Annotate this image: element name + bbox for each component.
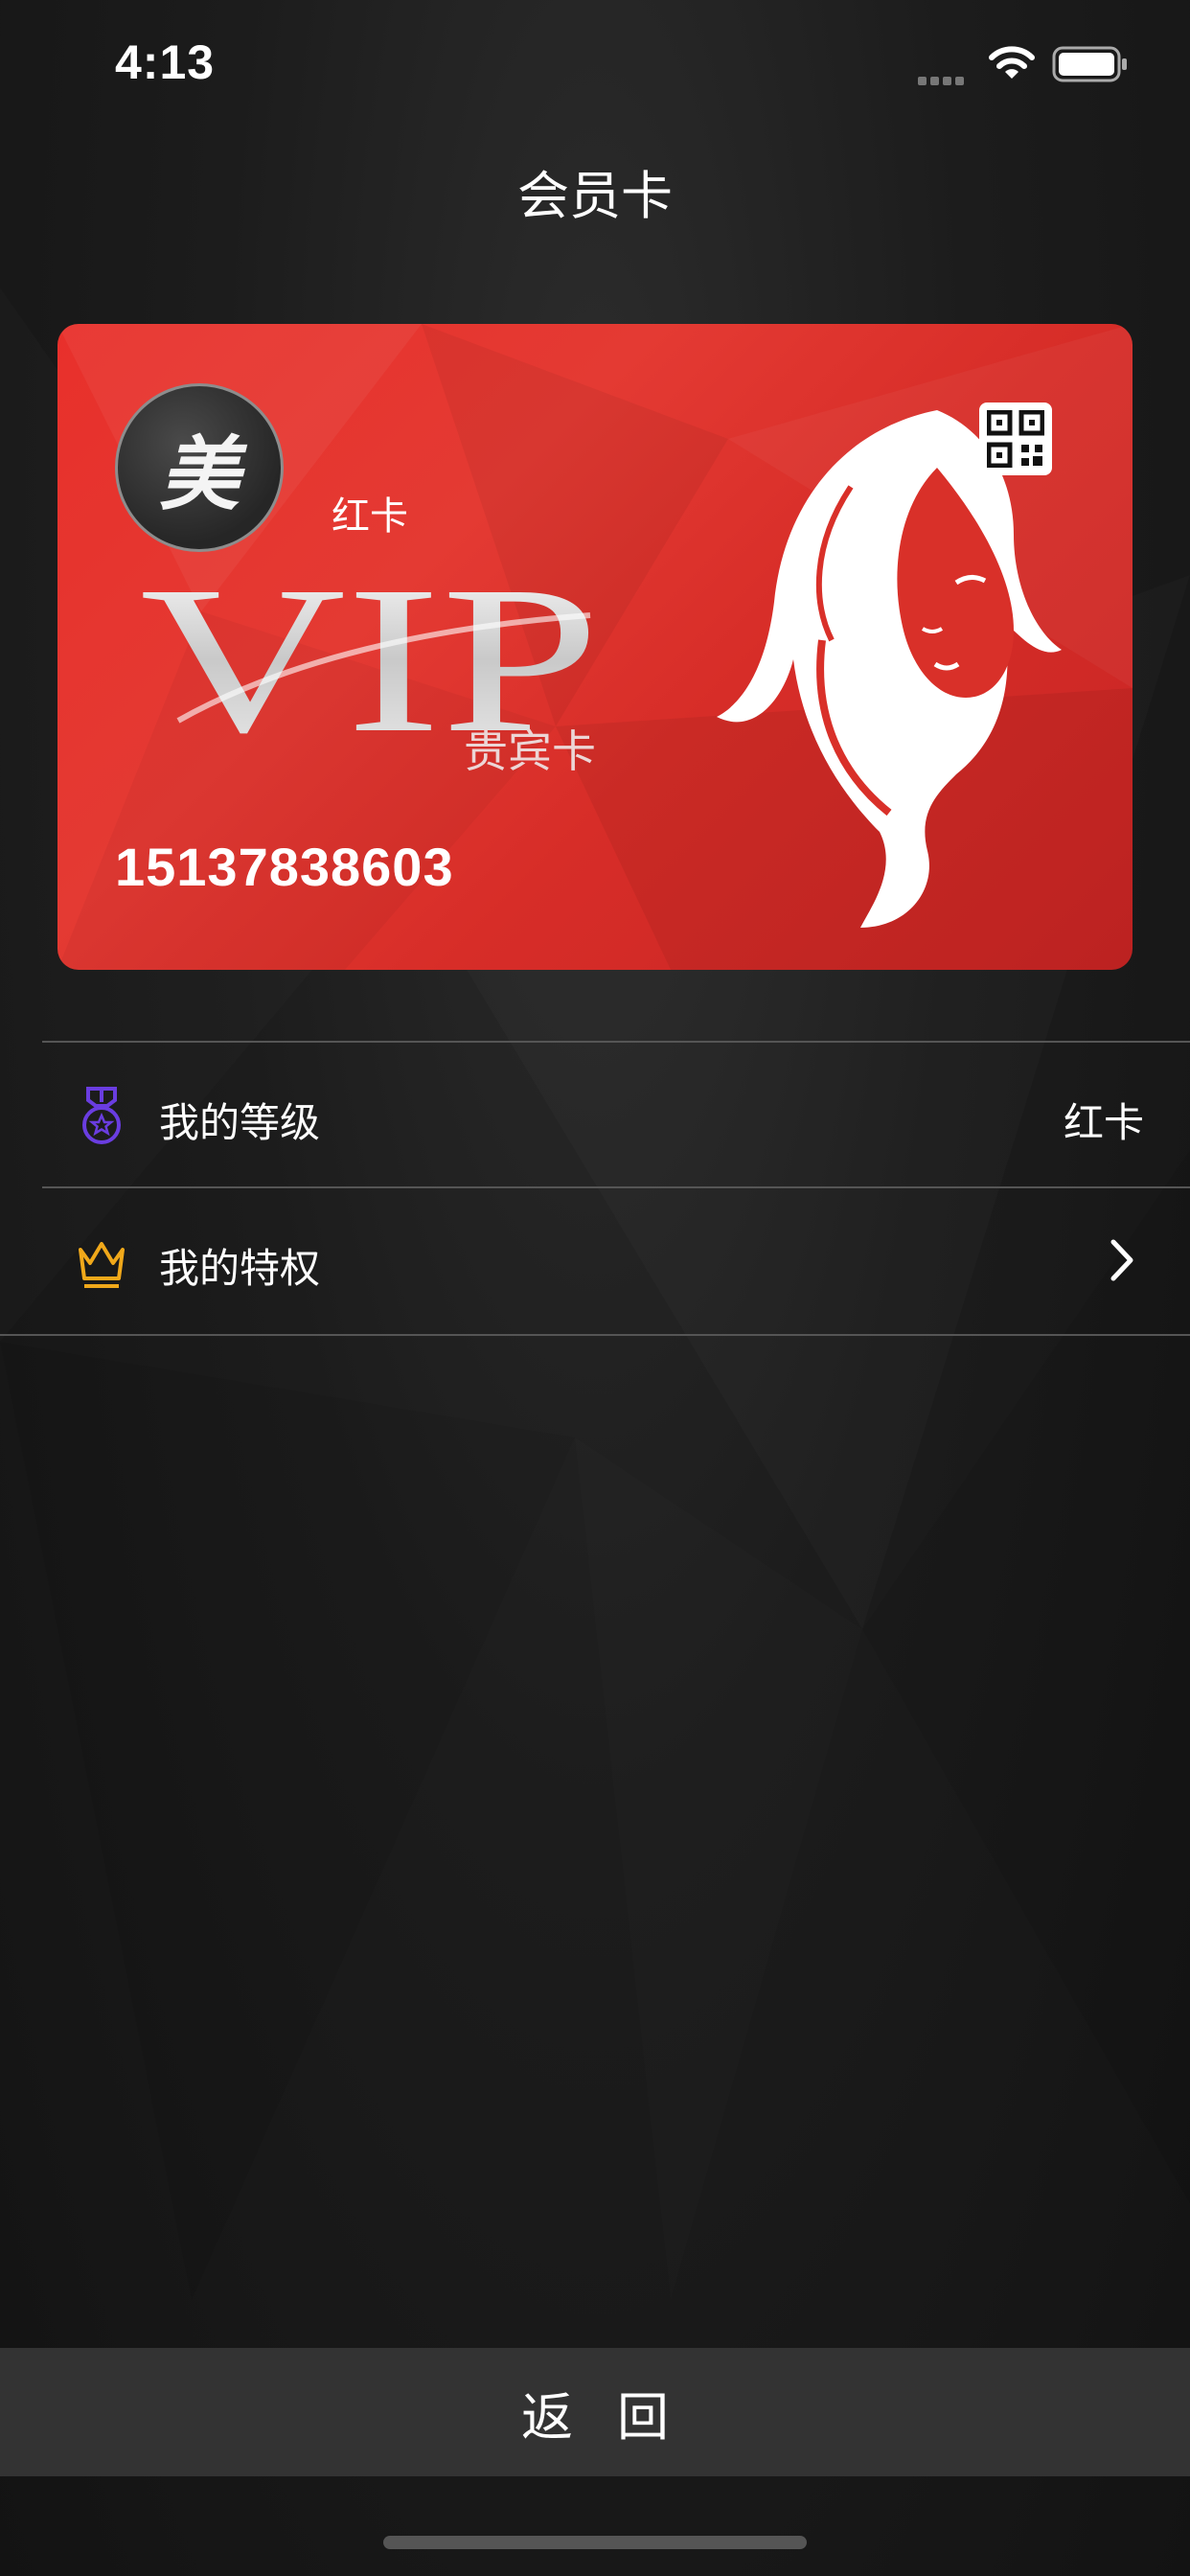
back-button[interactable]: 返回 xyxy=(0,2348,1190,2476)
back-button-label: 返回 xyxy=(521,2386,713,2448)
card-number: 15137838603 xyxy=(115,837,454,897)
row-my-level[interactable]: 我的等级 红卡 xyxy=(0,1043,1190,1186)
medal-icon xyxy=(82,1087,121,1144)
card-level-label: 红卡 xyxy=(332,494,408,539)
chevron-right-icon xyxy=(1110,1239,1133,1281)
my-level-label: 我的等级 xyxy=(159,1099,321,1146)
signal-icon xyxy=(918,71,968,89)
wifi-icon xyxy=(989,46,1035,79)
my-level-value: 红卡 xyxy=(1063,1099,1144,1146)
page-title: 会员卡 xyxy=(517,166,673,226)
status-time: 4:13 xyxy=(115,35,216,89)
home-indicator[interactable] xyxy=(383,2536,807,2549)
brand-logo-text: 美 xyxy=(158,426,240,521)
crown-icon xyxy=(79,1242,125,1288)
vip-logo-text: VIP xyxy=(140,577,600,740)
vip-subtitle: 贵宾卡 xyxy=(464,725,596,777)
battery-icon xyxy=(1052,46,1127,82)
my-privileges-label: 我的特权 xyxy=(159,1245,321,1292)
status-bar: 4:13 xyxy=(0,0,1190,134)
vip-card[interactable]: 美 红卡 VIP 贵宾卡 15137838603 xyxy=(57,324,1133,970)
svg-text:VIP: VIP xyxy=(140,577,600,740)
row-my-privileges[interactable]: 我的特权 xyxy=(0,1188,1190,1332)
divider xyxy=(0,1334,1190,1336)
qr-code-icon xyxy=(987,410,1044,468)
qr-code-button[interactable] xyxy=(979,402,1052,475)
brand-logo: 美 xyxy=(115,383,284,552)
